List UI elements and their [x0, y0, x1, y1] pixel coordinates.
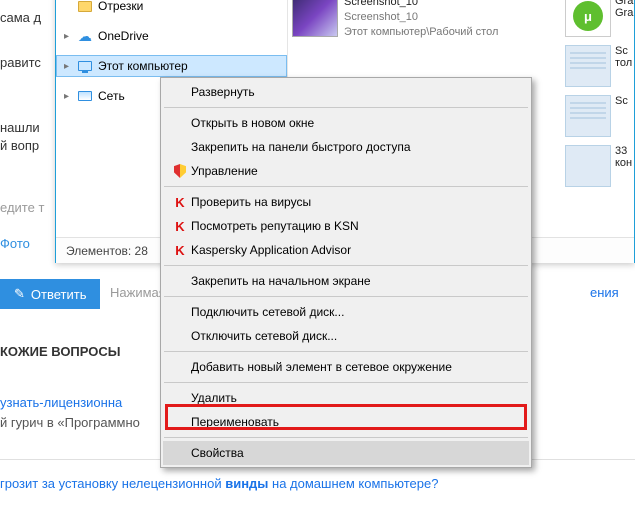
separator	[164, 265, 528, 266]
shield-icon	[169, 163, 191, 179]
related-link-2[interactable]: грозит за установку нелецензионной винды…	[0, 476, 438, 491]
file-sub: Screenshot_10	[344, 10, 498, 25]
separator	[164, 296, 528, 297]
bg-text: едите т	[0, 200, 44, 215]
kaspersky-icon: K	[169, 194, 191, 210]
ctx-map-network-drive[interactable]: Подключить сетевой диск...	[163, 300, 529, 324]
expander-icon[interactable]: ▸	[64, 31, 76, 42]
tree-item-onedrive[interactable]: ▸ ☁ OneDrive	[56, 25, 287, 47]
tree-item-otrezki[interactable]: Отрезки	[56, 0, 287, 17]
related-link-1[interactable]: узнать-лицензионна	[0, 395, 122, 410]
separator	[164, 437, 528, 438]
bg-text: Нажимая	[110, 285, 166, 300]
ctx-manage[interactable]: Управление	[163, 159, 529, 183]
ctx-add-network-location[interactable]: Добавить новый элемент в сетевое окружен…	[163, 355, 529, 379]
ctx-open-new-window[interactable]: Открыть в новом окне	[163, 111, 529, 135]
file-name: Screenshot_10	[344, 0, 498, 10]
thumbnail	[292, 0, 338, 37]
bg-link[interactable]: ения	[590, 285, 619, 300]
thumbnail	[565, 45, 611, 87]
ctx-kaspersky-advisor[interactable]: KKaspersky Application Advisor	[163, 238, 529, 262]
ctx-delete[interactable]: Удалить	[163, 386, 529, 410]
ctx-scan-virus[interactable]: KПроверить на вирусы	[163, 190, 529, 214]
separator	[164, 186, 528, 187]
network-icon	[76, 88, 94, 104]
file-path: Этот компьютер\Рабочий стол	[344, 25, 498, 40]
tree-label: Отрезки	[98, 0, 143, 13]
ctx-pin-start[interactable]: Закрепить на начальном экране	[163, 269, 529, 293]
expander-icon[interactable]: ▸	[64, 91, 76, 102]
reply-label: Ответить	[31, 287, 87, 302]
tree-label: Этот компьютер	[98, 59, 188, 73]
bg-text: нашли	[0, 120, 40, 135]
cloud-icon: ☁	[76, 28, 94, 44]
separator	[164, 351, 528, 352]
ctx-expand[interactable]: Развернуть	[163, 80, 529, 104]
file-item[interactable]: 33кон	[565, 145, 634, 187]
kaspersky-icon: K	[169, 242, 191, 258]
ctx-rename[interactable]: Переименовать	[163, 410, 529, 434]
separator	[164, 382, 528, 383]
photo-link[interactable]: Фото	[0, 236, 30, 251]
bg-text: сама д	[0, 10, 41, 25]
tree-label: Сеть	[98, 89, 125, 103]
ctx-disconnect-network-drive[interactable]: Отключить сетевой диск...	[163, 324, 529, 348]
thumbnail	[565, 95, 611, 137]
tree-label: OneDrive	[98, 29, 149, 43]
similar-questions-heading: КОЖИЕ ВОПРОСЫ	[0, 344, 121, 359]
folder-icon	[76, 0, 94, 14]
expander-icon[interactable]: ▸	[64, 61, 76, 72]
ctx-pin-quick-access[interactable]: Закрепить на панели быстрого доступа	[163, 135, 529, 159]
bg-text: й вопр	[0, 138, 39, 153]
file-item[interactable]: Scтол	[565, 45, 634, 87]
reply-icon: ✎	[14, 286, 25, 302]
context-menu: Развернуть Открыть в новом окне Закрепит…	[160, 77, 532, 468]
file-item[interactable]: Sc	[565, 95, 634, 137]
separator	[164, 107, 528, 108]
ctx-properties[interactable]: Свойства	[163, 441, 529, 465]
utorrent-icon: μ	[565, 0, 611, 37]
file-item[interactable]: μ GraGra	[565, 0, 634, 37]
bg-text: й гурич в «Программно	[0, 415, 140, 430]
thumbnail	[565, 145, 611, 187]
item-count: Элементов: 28	[66, 244, 148, 258]
reply-button[interactable]: ✎ Ответить	[0, 279, 100, 309]
kaspersky-icon: K	[169, 218, 191, 234]
tree-item-this-pc[interactable]: ▸ Этот компьютер	[56, 55, 287, 77]
monitor-icon	[76, 58, 94, 74]
bg-text: равитс	[0, 55, 41, 70]
ctx-ksn-reputation[interactable]: KПосмотреть репутацию в KSN	[163, 214, 529, 238]
